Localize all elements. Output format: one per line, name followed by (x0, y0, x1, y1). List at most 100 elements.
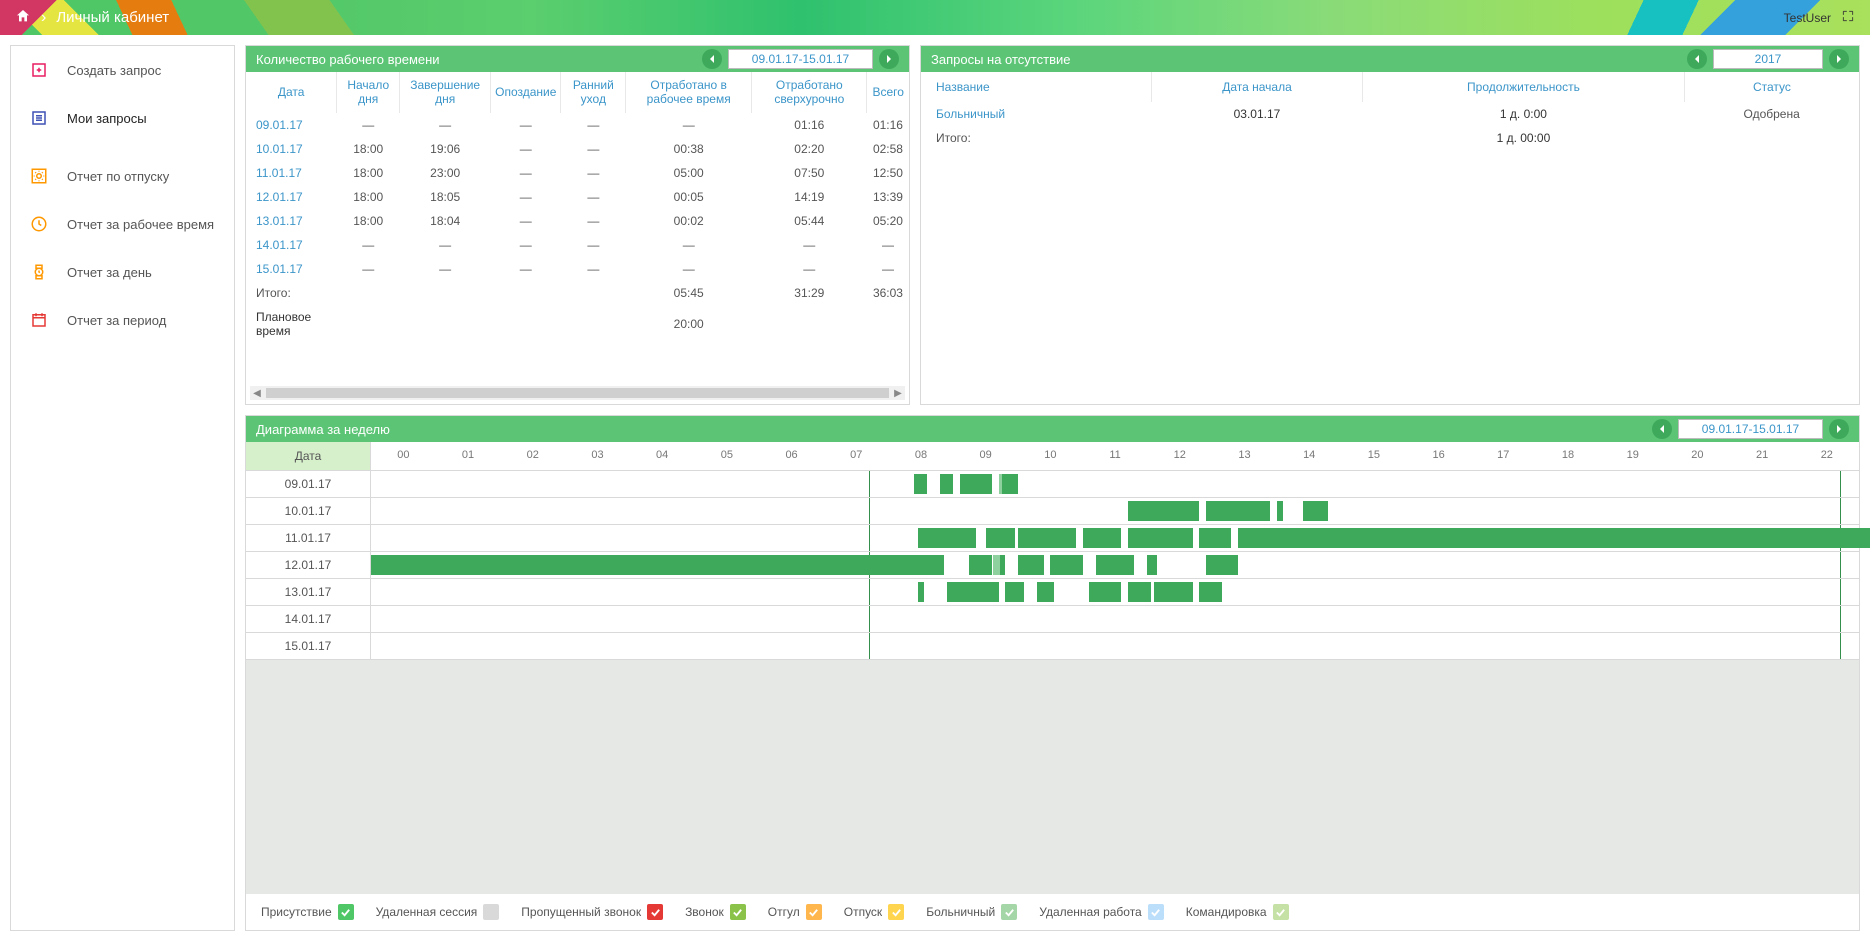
sidebar-item-2[interactable]: Отчет по отпуску (11, 152, 234, 200)
diagram-date-cell: 12.01.17 (246, 552, 371, 578)
wt-row[interactable]: 10.01.1718:0019:06——00:3802:2002:58 (246, 137, 909, 161)
worktime-hscroll[interactable]: ◀ ▶ (250, 386, 905, 400)
legend-item[interactable]: Больничный (926, 904, 1017, 920)
diagram-prev-button[interactable] (1652, 419, 1672, 439)
legend-item[interactable]: Командировка (1186, 904, 1289, 920)
wt-plan: Плановое время20:00 (246, 305, 909, 343)
abs-col-header: Статус (1684, 72, 1859, 102)
presence-segment (986, 528, 1015, 548)
worktime-prev-button[interactable] (702, 49, 722, 69)
legend-swatch (1001, 904, 1017, 920)
sidebar-item-5[interactable]: Отчет за период (11, 296, 234, 344)
absence-prev-button[interactable] (1687, 49, 1707, 69)
fullscreen-icon[interactable] (1841, 9, 1855, 26)
presence-segment (1199, 582, 1222, 602)
diagram-hour-label: 04 (630, 442, 695, 470)
diagram-next-button[interactable] (1829, 419, 1849, 439)
clock-icon (29, 214, 49, 234)
presence-segment (1147, 555, 1157, 575)
sidebar-item-0[interactable]: Создать запрос (11, 46, 234, 94)
wt-row[interactable]: 14.01.17——————— (246, 233, 909, 257)
presence-segment (1096, 555, 1135, 575)
presence-segment (1128, 582, 1151, 602)
abs-row[interactable]: Больничный03.01.171 д. 0:00Одобрена (921, 102, 1859, 126)
legend-label: Удаленная работа (1039, 905, 1141, 919)
diagram-row: 15.01.17 (246, 633, 1859, 660)
diagram-hour-label: 05 (695, 442, 760, 470)
diagram-hour-label: 10 (1018, 442, 1083, 470)
legend-label: Удаленная сессия (376, 905, 478, 919)
diagram-hour-label: 22 (1794, 442, 1859, 470)
scroll-right-icon[interactable]: ▶ (891, 386, 905, 400)
legend-item[interactable]: Удаленная работа (1039, 904, 1163, 920)
diagram-hour-label: 03 (565, 442, 630, 470)
legend-item[interactable]: Отпуск (844, 904, 904, 920)
legend-swatch (806, 904, 822, 920)
wt-row[interactable]: 12.01.1718:0018:05——00:0514:1913:39 (246, 185, 909, 209)
workday-boundary-line (869, 633, 870, 659)
presence-segment (1206, 555, 1238, 575)
wt-col-header: Отработано в рабочее время (626, 72, 752, 113)
legend-swatch (647, 904, 663, 920)
diagram-date-cell: 10.01.17 (246, 498, 371, 524)
worktime-next-button[interactable] (879, 49, 899, 69)
legend-label: Присутствие (261, 905, 332, 919)
user-name[interactable]: TestUser (1784, 11, 1831, 25)
diagram-date-cell: 09.01.17 (246, 471, 371, 497)
workday-boundary-line (869, 579, 870, 605)
legend-item[interactable]: Отгул (768, 904, 822, 920)
diagram-empty-area (246, 660, 1859, 894)
workday-boundary-line (1840, 471, 1841, 497)
diagram-date-cell: 14.01.17 (246, 606, 371, 632)
home-icon[interactable] (15, 8, 31, 27)
legend-label: Отгул (768, 905, 800, 919)
absence-range[interactable]: 2017 (1713, 49, 1823, 69)
diagram-date-cell: 15.01.17 (246, 633, 371, 659)
wt-row[interactable]: 11.01.1718:0023:00——05:0007:5012:50 (246, 161, 909, 185)
presence-segment (1089, 582, 1121, 602)
presence-segment (1303, 501, 1329, 521)
scroll-left-icon[interactable]: ◀ (250, 386, 264, 400)
diagram-hour-label: 21 (1730, 442, 1795, 470)
presence-segment (1083, 528, 1122, 548)
sun-icon (29, 166, 49, 186)
diagram-hour-label: 15 (1342, 442, 1407, 470)
wt-row[interactable]: 15.01.17——————— (246, 257, 909, 281)
sidebar-item-label: Мои запросы (67, 111, 147, 126)
sidebar-item-label: Отчет за период (67, 313, 166, 328)
legend-label: Звонок (685, 905, 724, 919)
legend-swatch (730, 904, 746, 920)
sidebar: Создать запрос Мои запросы Отчет по отпуск… (10, 45, 235, 931)
legend-item[interactable]: Присутствие (261, 904, 354, 920)
diagram-row: 11.01.17 (246, 525, 1859, 552)
legend-item[interactable]: Пропущенный звонок (521, 904, 663, 920)
sidebar-item-label: Отчет за рабочее время (67, 217, 214, 232)
wt-col-header: Всего (867, 72, 909, 113)
absence-next-button[interactable] (1829, 49, 1849, 69)
sidebar-item-1[interactable]: Мои запросы (11, 94, 234, 142)
watch-icon (29, 262, 49, 282)
legend-item[interactable]: Удаленная сессия (376, 904, 500, 920)
legend-label: Больничный (926, 905, 995, 919)
wt-row[interactable]: 13.01.1718:0018:04——00:0205:4405:20 (246, 209, 909, 233)
diagram-hour-label: 19 (1600, 442, 1665, 470)
legend-swatch (338, 904, 354, 920)
presence-segment (1002, 474, 1018, 494)
wt-row[interactable]: 09.01.17—————01:1601:16 (246, 113, 909, 137)
sidebar-item-label: Создать запрос (67, 63, 161, 78)
sidebar-item-label: Отчет за день (67, 265, 152, 280)
sidebar-item-4[interactable]: Отчет за день (11, 248, 234, 296)
sidebar-item-3[interactable]: Отчет за рабочее время (11, 200, 234, 248)
presence-segment (1277, 501, 1283, 521)
legend-item[interactable]: Звонок (685, 904, 746, 920)
legend-swatch (888, 904, 904, 920)
diagram-hour-label: 08 (889, 442, 954, 470)
presence-segment (1000, 555, 1005, 575)
presence-segment (1037, 582, 1053, 602)
diagram-range[interactable]: 09.01.17-15.01.17 (1678, 419, 1823, 439)
scroll-thumb[interactable] (266, 388, 889, 398)
diagram-row: 13.01.17 (246, 579, 1859, 606)
presence-segment (960, 474, 992, 494)
worktime-range[interactable]: 09.01.17-15.01.17 (728, 49, 873, 69)
wt-col-header: Опоздание (491, 72, 561, 113)
